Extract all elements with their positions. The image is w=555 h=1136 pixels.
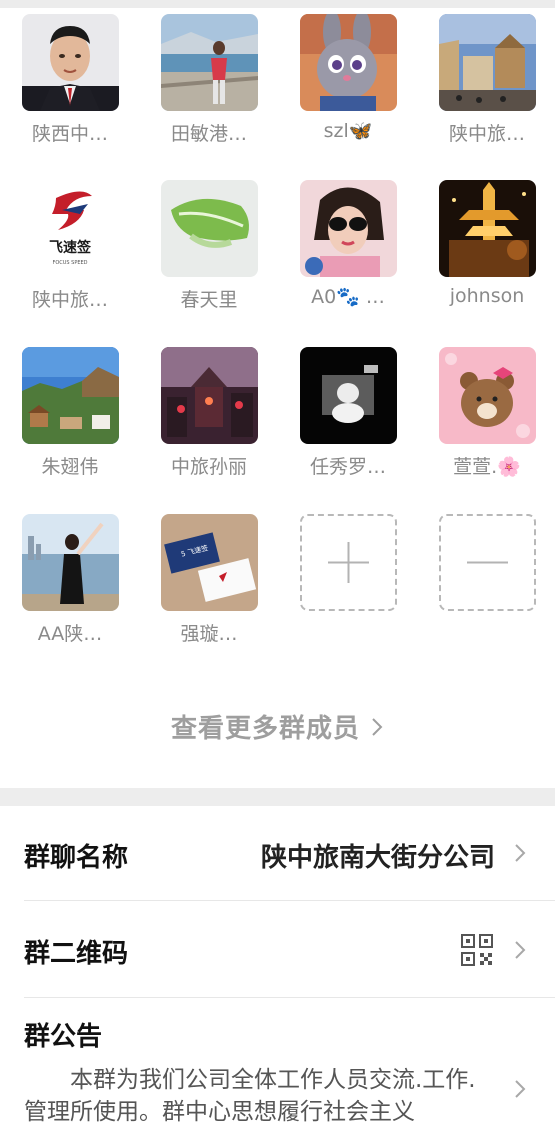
member-item[interactable]: 任秀罗… xyxy=(278,341,398,491)
member-item[interactable]: A0🐾 … xyxy=(278,174,398,324)
view-more-members-label: 查看更多群成员 xyxy=(170,714,360,744)
member-item[interactable]: johnson xyxy=(417,174,537,324)
avatar[interactable]: 飞速签 FOCUS SPEED xyxy=(22,180,119,277)
plus-icon xyxy=(328,542,369,583)
member-name: 陕中旅… xyxy=(31,289,108,311)
qr-code-label: 群二维码 xyxy=(24,939,129,969)
avatar[interactable] xyxy=(161,347,258,444)
member-item[interactable]: 春天里 xyxy=(139,174,259,324)
member-name: 任秀罗… xyxy=(309,456,386,478)
avatar[interactable] xyxy=(300,347,397,444)
member-grid: 陕西中… 田敏港… szl🦋 陕中旅… 飞速签 FOCUS SPEED 陕中旅…… xyxy=(0,8,555,788)
member-item[interactable]: 陕西中… xyxy=(0,8,120,158)
member-item[interactable]: 5 飞速签 强璇… xyxy=(139,508,259,658)
avatar[interactable] xyxy=(300,180,397,277)
group-name-value: 陕中旅南大街分公司 xyxy=(260,843,495,873)
member-item[interactable]: 田敏港… xyxy=(139,8,259,158)
avatar[interactable] xyxy=(22,14,119,111)
member-name: 强璇… xyxy=(180,623,238,645)
top-separator xyxy=(0,0,555,8)
group-name-row[interactable]: 群聊名称 陕中旅南大街分公司 xyxy=(0,806,555,900)
avatar[interactable] xyxy=(161,180,258,277)
minus-icon xyxy=(467,561,508,564)
qr-code-row[interactable]: 群二维码 xyxy=(0,901,555,997)
member-item[interactable]: 中旅孙丽 xyxy=(139,341,259,491)
member-item[interactable]: 朱翅伟 xyxy=(0,341,120,491)
remove-member-item[interactable] xyxy=(417,508,537,658)
chevron-right-icon xyxy=(513,939,527,965)
section-separator xyxy=(0,788,555,806)
group-name-label: 群聊名称 xyxy=(24,843,129,873)
avatar[interactable] xyxy=(22,347,119,444)
group-notice-text: 本群为我们公司全体工作人员交流.工作.管理所使用。群中心思想履行社会主义 xyxy=(24,1067,476,1125)
member-item[interactable]: 萱萱.🌸 xyxy=(417,341,537,491)
add-member-button[interactable] xyxy=(300,514,397,611)
member-name: 朱翅伟 xyxy=(41,456,99,478)
avatar[interactable] xyxy=(439,180,536,277)
member-name: johnson xyxy=(449,285,525,307)
member-item[interactable]: AA陕… xyxy=(0,508,120,658)
avatar[interactable] xyxy=(439,347,536,444)
member-name: AA陕… xyxy=(37,623,103,645)
member-name: 萱萱.🌸 xyxy=(453,456,521,478)
member-name: A0🐾 … xyxy=(311,286,385,308)
svg-text:FOCUS SPEED: FOCUS SPEED xyxy=(52,260,87,266)
remove-member-button[interactable] xyxy=(439,514,536,611)
member-name: 田敏港… xyxy=(170,123,247,145)
chevron-right-icon xyxy=(370,715,384,745)
member-name: 陕中旅… xyxy=(448,123,525,145)
svg-text:飞速签: 飞速签 xyxy=(49,239,92,256)
avatar[interactable] xyxy=(22,514,119,611)
member-name: 陕西中… xyxy=(31,123,108,145)
avatar[interactable]: 5 飞速签 xyxy=(161,514,258,611)
member-name: 中旅孙丽 xyxy=(170,456,247,478)
qr-code-icon xyxy=(461,934,493,970)
chevron-right-icon xyxy=(513,842,527,868)
member-name: 春天里 xyxy=(180,289,238,311)
member-item[interactable]: 飞速签 FOCUS SPEED 陕中旅… xyxy=(0,174,120,324)
avatar[interactable] xyxy=(161,14,258,111)
avatar[interactable] xyxy=(300,14,397,111)
chevron-right-icon xyxy=(513,1078,527,1104)
member-name: szl🦋 xyxy=(323,120,373,142)
view-more-members-link[interactable]: 查看更多群成员 xyxy=(0,708,555,745)
group-notice-label: 群公告 xyxy=(24,1022,103,1052)
member-item[interactable]: szl🦋 xyxy=(278,8,398,158)
add-member-item[interactable] xyxy=(278,508,398,658)
member-item[interactable]: 陕中旅… xyxy=(417,8,537,158)
avatar[interactable] xyxy=(439,14,536,111)
